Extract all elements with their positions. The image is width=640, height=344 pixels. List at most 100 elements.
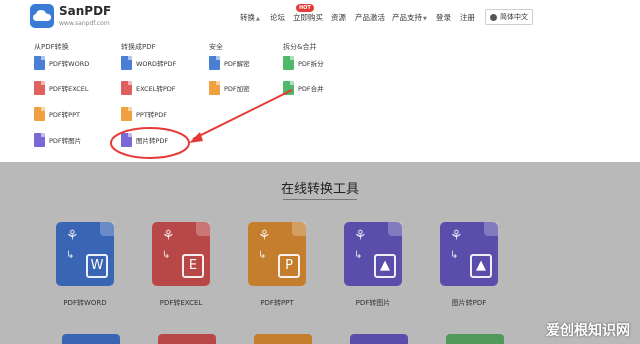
nav-activation[interactable]: 产品激活 bbox=[355, 12, 385, 23]
tool-card-partial bbox=[62, 334, 120, 344]
nav-support[interactable]: 产品支持▼ bbox=[392, 12, 427, 23]
section-title: 在线转换工具 bbox=[280, 182, 359, 197]
brand-domain: www.sanpdf.com bbox=[59, 20, 110, 27]
tool-label: 图片转PDF bbox=[451, 299, 487, 307]
tool-label: PDF转EXCEL bbox=[159, 299, 203, 307]
site-header: SanPDF www.sanpdf.com 转换▲ 论坛 HOT 立即购买 资源… bbox=[0, 0, 640, 36]
return-arrow-icon: ↳ bbox=[66, 250, 75, 261]
menu-item[interactable]: PDF合并 bbox=[283, 79, 324, 97]
return-arrow-icon: ↳ bbox=[162, 250, 171, 261]
language-label: 简体中文 bbox=[500, 13, 528, 21]
menu-item[interactable]: PDF解密 bbox=[209, 54, 250, 72]
page-fold bbox=[100, 222, 114, 236]
file-icon bbox=[34, 81, 45, 95]
menu-item[interactable]: EXCEL转PDF bbox=[121, 79, 176, 97]
file-icon bbox=[121, 133, 132, 147]
menu-item[interactable]: PDF转WORD bbox=[34, 54, 89, 72]
nav-buy-now[interactable]: 立即购买 bbox=[293, 12, 323, 23]
menu-item[interactable]: PDF转图片 bbox=[34, 131, 81, 149]
cloud-logo-icon[interactable] bbox=[30, 4, 54, 28]
menu-item-label: PDF转EXCEL bbox=[49, 85, 89, 93]
menu-item-label: PDF转图片 bbox=[49, 137, 82, 145]
column-heading-to-pdf: 转换成PDF bbox=[121, 43, 156, 51]
tool-label: PDF转图片 bbox=[355, 299, 391, 307]
nav-support-label: 产品支持 bbox=[392, 13, 422, 22]
menu-item-label: PDF拆分 bbox=[298, 60, 324, 68]
document-icon: ⚘ ↳ ▲ bbox=[344, 222, 402, 286]
column-heading-from-pdf: 从PDF转换 bbox=[34, 43, 69, 51]
language-switch[interactable]: 简体中文 bbox=[485, 9, 533, 25]
page-fold bbox=[196, 222, 210, 236]
format-badge: ▲ bbox=[470, 254, 492, 278]
file-icon bbox=[209, 81, 220, 95]
watermark: 爱创根知识网 bbox=[546, 323, 630, 339]
page-fold bbox=[292, 222, 306, 236]
file-icon bbox=[121, 81, 132, 95]
chevron-down-icon: ▼ bbox=[423, 16, 427, 22]
acrobat-icon: ⚘ bbox=[162, 228, 175, 244]
menu-item-label: PDF合并 bbox=[298, 85, 324, 93]
tool-label: PDF转PPT bbox=[260, 299, 294, 307]
nav-forum[interactable]: 论坛 bbox=[270, 12, 285, 23]
menu-item-label: EXCEL转PDF bbox=[136, 85, 176, 93]
file-icon bbox=[121, 56, 132, 70]
column-heading-split-merge: 拆分&合并 bbox=[283, 43, 317, 51]
file-icon bbox=[34, 133, 45, 147]
menu-item-label: 图片转PDF bbox=[136, 137, 169, 145]
format-badge: P bbox=[278, 254, 300, 278]
acrobat-icon: ⚘ bbox=[258, 228, 271, 244]
acrobat-icon: ⚘ bbox=[66, 228, 79, 244]
tool-card[interactable]: ⚘ ↳ E PDF转EXCEL bbox=[141, 222, 221, 308]
menu-item[interactable]: 图片转PDF bbox=[121, 131, 168, 149]
tool-card[interactable]: ⚘ ↳ W PDF转WORD bbox=[45, 222, 125, 308]
menu-item[interactable]: PDF转PPT bbox=[34, 105, 80, 123]
tool-card-partial bbox=[254, 334, 312, 344]
tool-card-partial bbox=[446, 334, 504, 344]
menu-item[interactable]: PDF转EXCEL bbox=[34, 79, 89, 97]
format-badge: ▲ bbox=[374, 254, 396, 278]
tool-card-partial bbox=[350, 334, 408, 344]
nav-convert-label: 转换 bbox=[240, 13, 255, 22]
convert-dropdown-menu: 从PDF转换 转换成PDF 安全 拆分&合并 PDF转WORD PDF转EXCEL… bbox=[0, 36, 640, 162]
acrobat-icon: ⚘ bbox=[354, 228, 367, 244]
tool-card-partial bbox=[158, 334, 216, 344]
document-icon: ⚘ ↳ ▲ bbox=[440, 222, 498, 286]
globe-icon bbox=[490, 14, 497, 21]
return-arrow-icon: ↳ bbox=[354, 250, 363, 261]
page-fold bbox=[388, 222, 402, 236]
brand-name[interactable]: SanPDF bbox=[59, 4, 111, 18]
return-arrow-icon: ↳ bbox=[450, 250, 459, 261]
file-icon bbox=[121, 107, 132, 121]
title-divider bbox=[283, 199, 357, 200]
tool-card[interactable]: ⚘ ↳ ▲ 图片转PDF bbox=[429, 222, 509, 308]
nav-register[interactable]: 注册 bbox=[460, 12, 475, 23]
acrobat-icon: ⚘ bbox=[450, 228, 463, 244]
document-icon: ⚘ ↳ W bbox=[56, 222, 114, 286]
document-icon: ⚘ ↳ E bbox=[152, 222, 210, 286]
menu-item-label: PDF转PPT bbox=[49, 111, 80, 119]
return-arrow-icon: ↳ bbox=[258, 250, 267, 261]
menu-item[interactable]: PPT转PDF bbox=[121, 105, 167, 123]
nav-resources[interactable]: 资源 bbox=[331, 12, 346, 23]
nav-convert[interactable]: 转换▲ bbox=[240, 12, 260, 23]
file-icon bbox=[283, 81, 294, 95]
menu-item[interactable]: PDF拆分 bbox=[283, 54, 324, 72]
nav-login[interactable]: 登录 bbox=[436, 12, 451, 23]
tool-card[interactable]: ⚘ ↳ ▲ PDF转图片 bbox=[333, 222, 413, 308]
file-icon bbox=[209, 56, 220, 70]
menu-item-label: WORD转PDF bbox=[136, 60, 177, 68]
file-icon bbox=[34, 56, 45, 70]
page-fold bbox=[484, 222, 498, 236]
menu-item[interactable]: PDF加密 bbox=[209, 79, 250, 97]
file-icon bbox=[34, 107, 45, 121]
menu-item-label: PDF解密 bbox=[224, 60, 250, 68]
file-icon bbox=[283, 56, 294, 70]
format-badge: E bbox=[182, 254, 204, 278]
tool-label: PDF转WORD bbox=[63, 299, 107, 307]
document-icon: ⚘ ↳ P bbox=[248, 222, 306, 286]
menu-item[interactable]: WORD转PDF bbox=[121, 54, 176, 72]
hot-badge: HOT bbox=[296, 4, 314, 12]
menu-item-label: PDF加密 bbox=[224, 85, 250, 93]
tool-card[interactable]: ⚘ ↳ P PDF转PPT bbox=[237, 222, 317, 308]
menu-item-label: PDF转WORD bbox=[49, 60, 90, 68]
